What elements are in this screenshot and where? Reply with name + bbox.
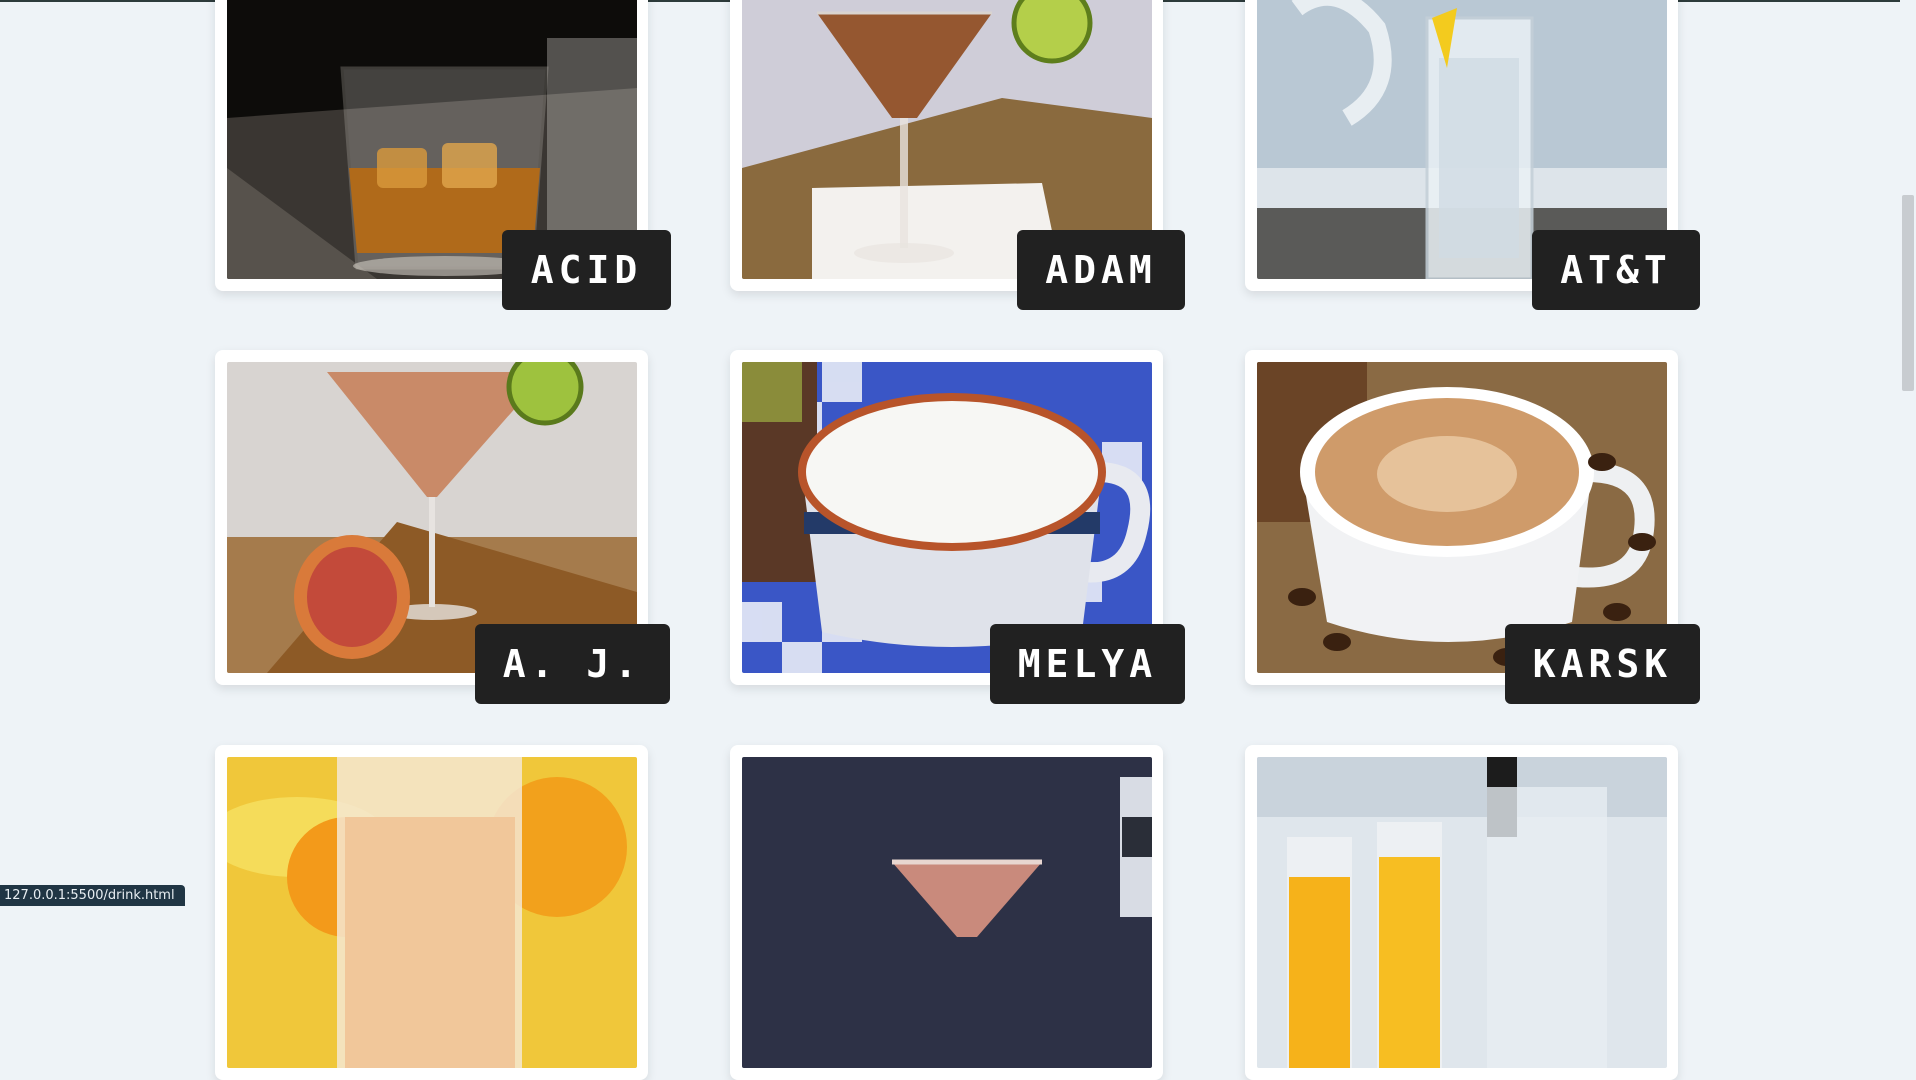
- drink-card[interactable]: [1245, 745, 1678, 1080]
- scrollbar-thumb[interactable]: [1902, 195, 1914, 391]
- drink-card[interactable]: MELYA: [730, 350, 1185, 704]
- status-bar-url: 127.0.0.1:5500/drink.html: [0, 885, 185, 906]
- page-scrollbar[interactable]: [1900, 0, 1916, 906]
- drink-name-label: A. J.: [475, 624, 670, 704]
- drink-card[interactable]: AT&T: [1245, 0, 1700, 310]
- orange-drinks-ice-bucket-icon: [1257, 757, 1667, 1068]
- drink-name-label: MELYA: [990, 624, 1185, 704]
- drink-name-label: ADAM: [1017, 230, 1185, 310]
- drink-card[interactable]: [215, 745, 648, 1080]
- drink-name-label: AT&T: [1532, 230, 1700, 310]
- drink-card[interactable]: ADAM: [730, 0, 1185, 310]
- pink-cocktail-bottle-icon: [742, 757, 1152, 1068]
- drink-card[interactable]: [730, 745, 1163, 1080]
- drink-name-label: KARSK: [1505, 624, 1700, 704]
- juice-glass-fruit-icon: [227, 757, 637, 1068]
- drink-grid: ACID ADAM AT&T A. J. MELYA KARSK: [0, 0, 1900, 1080]
- drink-card[interactable]: ACID: [215, 0, 671, 310]
- drink-card[interactable]: A. J.: [215, 350, 670, 704]
- drink-name-label: ACID: [502, 230, 671, 310]
- drink-card[interactable]: KARSK: [1245, 350, 1700, 704]
